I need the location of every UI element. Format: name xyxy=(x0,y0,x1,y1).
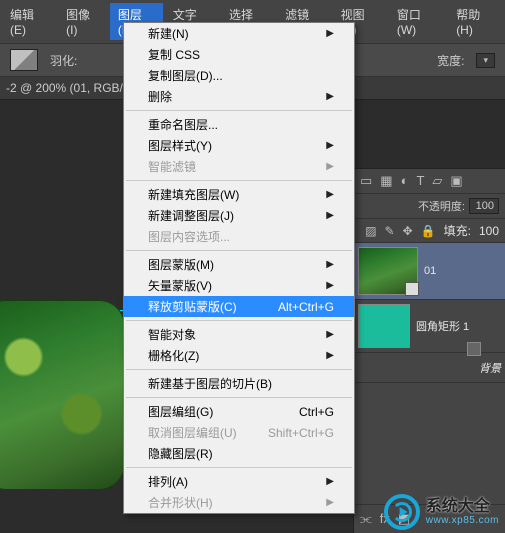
fill-value[interactable]: 100 xyxy=(479,224,499,238)
menuitem-group-layers[interactable]: 图层编组(G)Ctrl+G xyxy=(124,401,354,422)
menuitem-new[interactable]: 新建(N)▶ xyxy=(124,23,354,44)
menuitem-arrange[interactable]: 排列(A)▶ xyxy=(124,471,354,492)
width-label: 宽度: xyxy=(437,52,464,69)
clip-mask-badge-icon xyxy=(405,282,419,296)
submenu-arrow-icon: ▶ xyxy=(326,140,334,151)
menu-separator xyxy=(126,110,352,111)
submenu-arrow-icon: ▶ xyxy=(326,350,334,361)
filter-adjust-icon[interactable]: ◐ xyxy=(401,173,409,189)
fill-label: 填充: xyxy=(444,222,471,239)
menuitem-release-clipping-mask[interactable]: 释放剪贴蒙版(C)Alt+Ctrl+G xyxy=(124,296,354,317)
opacity-label: 不透明度: xyxy=(418,198,465,214)
feather-label: 羽化: xyxy=(50,52,77,69)
submenu-arrow-icon: ▶ xyxy=(326,476,334,487)
tool-preset-swatch[interactable] xyxy=(10,49,38,71)
watermark-title: 系统大全 xyxy=(426,498,499,516)
lock-pixels-icon[interactable]: ✎ xyxy=(385,224,395,238)
menuitem-shortcut: Alt+Ctrl+G xyxy=(278,300,334,314)
menuitem-smart-objects[interactable]: 智能对象▶ xyxy=(124,324,354,345)
watermark-logo-icon xyxy=(384,494,420,530)
menuitem-smart-filter: 智能滤镜▶ xyxy=(124,156,354,177)
menuitem-delete[interactable]: 删除▶ xyxy=(124,86,354,107)
menuitem-layer-mask[interactable]: 图层蒙版(M)▶ xyxy=(124,254,354,275)
menu-separator xyxy=(126,180,352,181)
layer-row-rounded-rect[interactable]: 圆角矩形 1 xyxy=(354,300,505,353)
menu-separator xyxy=(126,397,352,398)
menuitem-vector-mask[interactable]: 矢量蒙版(V)▶ xyxy=(124,275,354,296)
opacity-value[interactable]: 100 xyxy=(469,198,499,214)
menu-image[interactable]: 图像(I) xyxy=(58,3,108,40)
menuitem-duplicate-layer[interactable]: 复制图层(D)... xyxy=(124,65,354,86)
panel-filter-bar: ▭ ▦ ◐ T ▱ ▣ xyxy=(354,169,505,194)
width-field[interactable]: ▾ xyxy=(476,53,495,68)
watermark: 系统大全 www.xp85.com xyxy=(384,494,499,530)
canvas-rounded-image xyxy=(0,300,125,490)
layers-panel: ▭ ▦ ◐ T ▱ ▣ 不透明度: 100 ▨ ✎ ✥ 🔒 填充: 100 01… xyxy=(353,168,505,533)
document-tab[interactable]: -2 @ 200% (01, RGB/ xyxy=(6,81,123,95)
lock-row: ▨ ✎ ✥ 🔒 填充: 100 xyxy=(354,219,505,243)
menuitem-shortcut: Ctrl+G xyxy=(299,405,334,419)
layer-name[interactable]: 圆角矩形 1 xyxy=(416,318,469,334)
layer-row-01[interactable]: 01 xyxy=(354,243,505,300)
filter-pixel-icon[interactable]: ▦ xyxy=(380,173,392,189)
submenu-arrow-icon: ▶ xyxy=(326,189,334,200)
menuitem-copy-css[interactable]: 复制 CSS xyxy=(124,44,354,65)
filter-kind-icon[interactable]: ▭ xyxy=(360,173,372,189)
menu-separator xyxy=(126,467,352,468)
lock-position-icon[interactable]: ✥ xyxy=(403,224,413,238)
submenu-arrow-icon: ▶ xyxy=(326,210,334,221)
filter-shape-icon[interactable]: ▱ xyxy=(432,173,442,189)
layer-name[interactable]: 背景 xyxy=(479,360,501,376)
lock-all-icon[interactable]: 🔒 xyxy=(421,224,436,238)
menuitem-layer-content-options: 图层内容选项... xyxy=(124,226,354,247)
layer-thumbnail[interactable] xyxy=(358,304,410,348)
link-layers-icon[interactable]: ⫘ xyxy=(360,511,372,527)
menu-edit[interactable]: 编辑(E) xyxy=(2,3,56,40)
opacity-row: 不透明度: 100 xyxy=(354,194,505,219)
vector-mask-badge-icon xyxy=(467,342,481,356)
layer-row-background[interactable]: 背景 xyxy=(354,353,505,383)
menu-separator xyxy=(126,369,352,370)
menu-window[interactable]: 窗口(W) xyxy=(389,3,446,40)
submenu-arrow-icon: ▶ xyxy=(326,28,334,39)
submenu-arrow-icon: ▶ xyxy=(326,161,334,172)
menuitem-ungroup-layers: 取消图层编组(U)Shift+Ctrl+G xyxy=(124,422,354,443)
menuitem-hide-layers[interactable]: 隐藏图层(R) xyxy=(124,443,354,464)
menuitem-layer-style[interactable]: 图层样式(Y)▶ xyxy=(124,135,354,156)
layer-menu-dropdown: 新建(N)▶ 复制 CSS 复制图层(D)... 删除▶ 重命名图层... 图层… xyxy=(123,22,355,514)
menu-separator xyxy=(126,320,352,321)
menuitem-new-layer-based-slice[interactable]: 新建基于图层的切片(B) xyxy=(124,373,354,394)
menuitem-shortcut: Shift+Ctrl+G xyxy=(268,426,334,440)
menuitem-new-adjustment-layer[interactable]: 新建调整图层(J)▶ xyxy=(124,205,354,226)
menuitem-rasterize[interactable]: 栅格化(Z)▶ xyxy=(124,345,354,366)
menu-help[interactable]: 帮助(H) xyxy=(448,3,503,40)
watermark-url: www.xp85.com xyxy=(426,515,499,526)
menu-separator xyxy=(126,250,352,251)
submenu-arrow-icon: ▶ xyxy=(326,329,334,340)
filter-type-icon[interactable]: T xyxy=(416,173,424,189)
submenu-arrow-icon: ▶ xyxy=(326,280,334,291)
layer-list: 01 圆角矩形 1 背景 xyxy=(354,243,505,504)
submenu-arrow-icon: ▶ xyxy=(326,497,334,508)
menuitem-new-fill-layer[interactable]: 新建填充图层(W)▶ xyxy=(124,184,354,205)
filter-smart-icon[interactable]: ▣ xyxy=(450,173,462,189)
menuitem-rename-layer[interactable]: 重命名图层... xyxy=(124,114,354,135)
lock-transparent-icon[interactable]: ▨ xyxy=(365,224,376,238)
layer-name[interactable]: 01 xyxy=(424,265,436,277)
submenu-arrow-icon: ▶ xyxy=(326,259,334,270)
menuitem-combine-shapes: 合并形状(H)▶ xyxy=(124,492,354,513)
layer-thumbnail[interactable] xyxy=(358,247,418,295)
submenu-arrow-icon: ▶ xyxy=(326,91,334,102)
